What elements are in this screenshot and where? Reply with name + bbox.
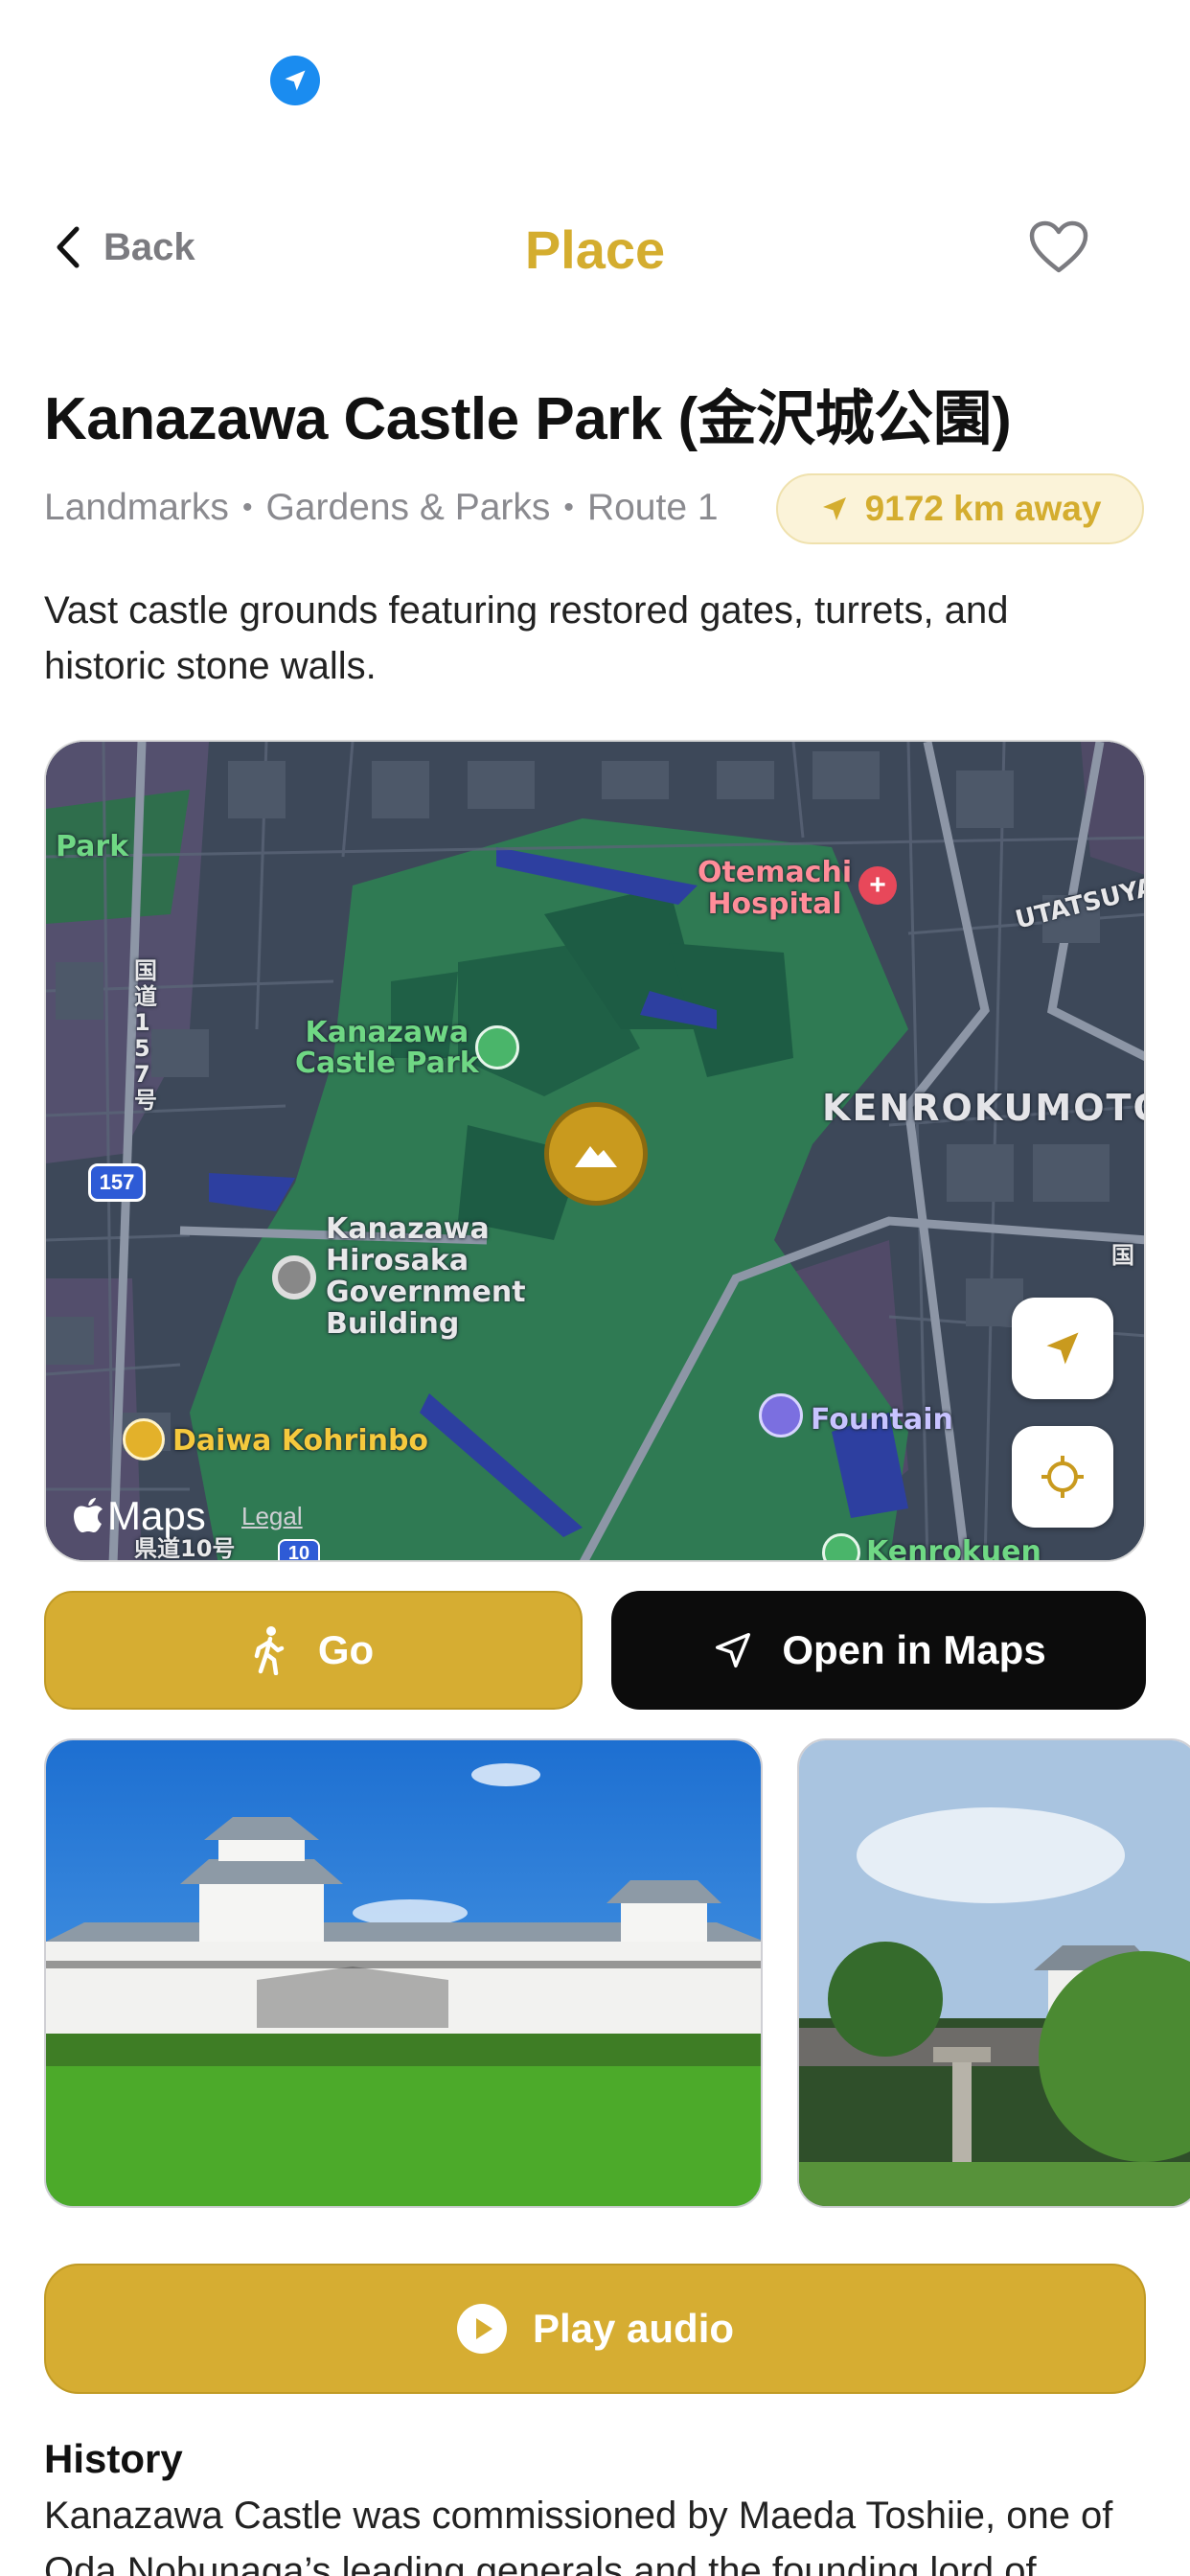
- open-in-maps-button[interactable]: Open in Maps: [611, 1591, 1146, 1710]
- place-pin[interactable]: [544, 1102, 648, 1206]
- category-breadcrumb: Landmarks • Gardens & Parks • Route 1: [44, 473, 719, 542]
- page-title: Place: [524, 219, 666, 280]
- map-label-national-route: 国 道 1 5 7 号: [134, 957, 157, 1114]
- map-label-government: Kanazawa Hirosaka Government Building: [326, 1212, 526, 1341]
- category-landmarks: Landmarks: [44, 487, 229, 528]
- navigation-arrow-icon: [822, 497, 846, 520]
- hospital-icon: +: [858, 866, 897, 905]
- map-label-right-edge: 国: [1111, 1242, 1134, 1269]
- go-button[interactable]: Go: [44, 1591, 583, 1710]
- play-circle-icon: [456, 2304, 507, 2354]
- recenter-button[interactable]: [1012, 1426, 1113, 1528]
- place-title: Kanazawa Castle Park (金沢城公園): [44, 386, 1012, 452]
- separator-dot: •: [563, 492, 574, 523]
- category-gardens: Gardens & Parks: [265, 487, 551, 528]
- mountain-icon: [575, 1146, 617, 1167]
- map-label-district: KENROKUMOTOMAC: [822, 1087, 1144, 1129]
- location-services-icon: [270, 56, 320, 105]
- photo-gallery[interactable]: [44, 1738, 1190, 2208]
- map-label-castle-park: Kanazawa Castle Park: [295, 1016, 479, 1080]
- route-157-shield: 157: [88, 1163, 146, 1202]
- photo-castle-turret[interactable]: [44, 1738, 763, 2208]
- walking-figure-icon: [254, 1626, 285, 1675]
- map-label-hospital: Otemachi Hospital: [698, 856, 853, 921]
- navigation-arrow-icon: [716, 1632, 751, 1668]
- map-label-kenrokuen: Kenrokuen: [866, 1535, 1041, 1562]
- category-route: Route 1: [586, 487, 719, 528]
- map-label-park: Park: [56, 830, 129, 863]
- navigation-bar: Back Place: [0, 201, 1190, 293]
- history-heading: History: [44, 2436, 183, 2481]
- maps-logo-label: Maps: [107, 1493, 206, 1538]
- distance-label: 9172 km away: [864, 489, 1102, 528]
- legal-link[interactable]: Legal: [241, 1502, 303, 1531]
- map-label-daiwa: Daiwa Kohrinbo: [172, 1424, 429, 1458]
- separator-dot: •: [241, 492, 253, 523]
- navigation-arrow-icon: [1046, 1332, 1079, 1365]
- route-10-shield: 10: [278, 1539, 320, 1560]
- distance-badge: 9172 km away: [776, 473, 1144, 544]
- map-label-fountain: Fountain: [811, 1403, 953, 1437]
- photo-castle-garden[interactable]: [797, 1738, 1190, 2208]
- shopping-bag-icon: [123, 1418, 165, 1460]
- park-tree-icon: [475, 1025, 519, 1070]
- history-text: Kanazawa Castle was commissioned by Maed…: [44, 2495, 1113, 2576]
- action-buttons: Go Open in Maps: [44, 1591, 1146, 1710]
- location-arrow-button[interactable]: [1012, 1298, 1113, 1399]
- go-button-label: Go: [317, 1627, 375, 1672]
- apple-logo-icon: [74, 1498, 103, 1532]
- open-in-maps-label: Open in Maps: [782, 1627, 1046, 1672]
- heart-icon[interactable]: [1029, 220, 1088, 279]
- place-description: Vast castle grounds featuring restored g…: [44, 589, 1009, 687]
- play-audio-label: Play audio: [532, 2306, 735, 2351]
- maps-logo: Maps: [73, 1493, 206, 1539]
- government-building-icon: [272, 1255, 316, 1300]
- map-view[interactable]: Park Otemachi Hospital + UTATSUYAM Kanaz…: [44, 740, 1146, 1562]
- fountain-icon: [759, 1393, 803, 1438]
- crosshair-icon: [1041, 1456, 1084, 1498]
- play-audio-button[interactable]: Play audio: [44, 2264, 1146, 2394]
